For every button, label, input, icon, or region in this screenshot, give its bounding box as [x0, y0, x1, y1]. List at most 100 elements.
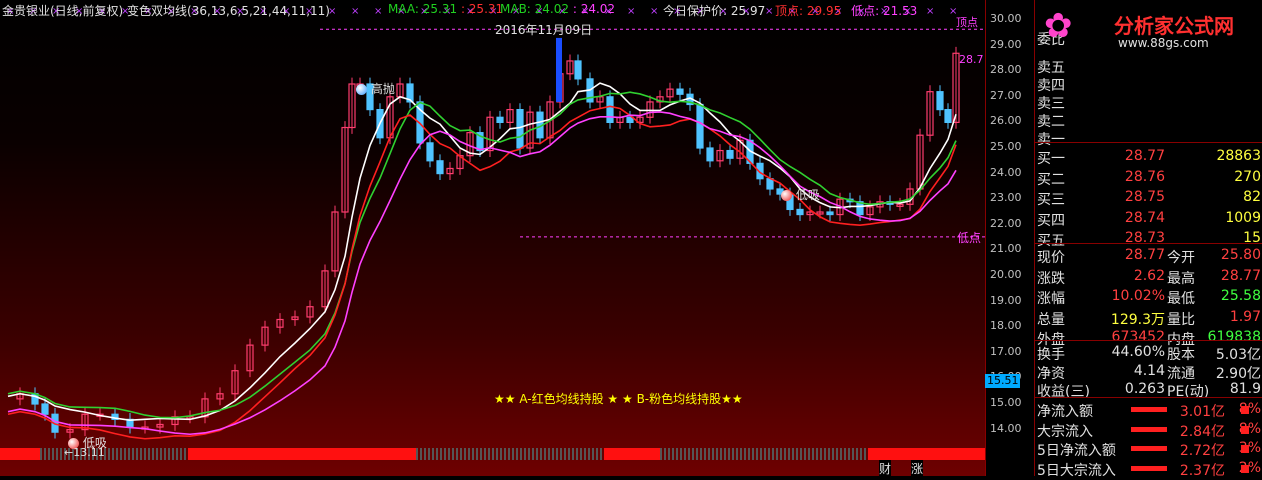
- stat-row: 涨跌 2.62 最高 28.77: [1035, 265, 1262, 287]
- mab-label: MAB: 24.02: [500, 2, 570, 16]
- state-bar-segment: [904, 448, 908, 460]
- state-bar-segment: [612, 448, 616, 460]
- state-bar-segment: [56, 448, 58, 460]
- state-bar-segment: [60, 448, 62, 460]
- state-bar-segment: [968, 448, 972, 460]
- candle-body: [496, 116, 504, 123]
- flow-bar: [1131, 446, 1167, 451]
- candle-body: [766, 178, 774, 190]
- state-bar-segment: [696, 448, 698, 460]
- kline-chart[interactable]: × × × × × × × × × × × × × × × × × × × × × × × × × × × × × × × × × × × × × × × ×…: [0, 0, 985, 476]
- state-bar-segment: [120, 448, 122, 460]
- state-bar-segment: [880, 448, 884, 460]
- state-bar-segment: [868, 448, 872, 460]
- state-bar-segment: [628, 448, 632, 460]
- price-tick: 30.00: [990, 12, 1022, 25]
- state-bar-segment: [20, 448, 24, 460]
- state-bar-segment: [860, 448, 862, 460]
- flow-bar: [1131, 407, 1167, 412]
- state-bar-segment: [296, 448, 300, 460]
- signal-x-marker: ×: [650, 6, 658, 17]
- logo: ✿ 分析家公式网 www.88gs.com: [1040, 4, 1260, 54]
- price-tick: 22.00: [990, 216, 1022, 230]
- state-bar-segment: [16, 448, 20, 460]
- state-bar-segment: [372, 448, 376, 460]
- state-bar-segment: [112, 448, 114, 460]
- tab-rise[interactable]: 涨: [911, 460, 924, 477]
- buy-price: 28.76: [1124, 168, 1165, 185]
- state-bar-segment: [284, 448, 288, 460]
- state-bar-segment: [48, 448, 50, 460]
- state-bar-segment: [888, 448, 892, 460]
- buy-volume: 82: [1243, 189, 1261, 205]
- stat-value: 25.58: [1220, 288, 1261, 304]
- state-bar-segment: [940, 448, 944, 460]
- state-bar-segment: [256, 448, 260, 460]
- state-bar-segment: [156, 448, 158, 460]
- state-bar-segment: [424, 448, 426, 460]
- maa-readout: MAA: 25.31 : 25.31: [388, 2, 503, 16]
- state-bar-segment: [548, 448, 550, 460]
- state-bar-segment: [580, 448, 582, 460]
- state-bar-segment: [124, 448, 126, 460]
- state-bar-segment: [572, 448, 574, 460]
- price-tick: 23.00: [990, 191, 1022, 205]
- price-tick: 27.00: [990, 88, 1022, 102]
- low-price: 低点: 21.53: [851, 4, 918, 18]
- state-bar-segment: [456, 448, 458, 460]
- candle-body: [606, 96, 614, 124]
- state-bar-segment: [784, 448, 786, 460]
- state-bar-segment: [404, 448, 408, 460]
- state-bar-segment: [152, 448, 154, 460]
- state-bar-segment: [416, 448, 418, 460]
- state-bar-segment: [308, 448, 312, 460]
- state-bar-segment: [356, 448, 360, 460]
- stat-value: 28.77: [1220, 267, 1261, 284]
- kline-chart-area[interactable]: × × × × × × × × × × × × × × × × × × × × × × × × × × × × × × × × × × × × × × × ×…: [0, 0, 985, 477]
- state-bar-segment: [448, 448, 450, 460]
- red-ma-line: [7, 105, 957, 440]
- state-bar-segment: [328, 448, 332, 460]
- state-bar-segment: [260, 448, 264, 460]
- state-bar-segment: [724, 448, 726, 460]
- state-bar-segment: [712, 448, 714, 460]
- signal-x-marker: ×: [627, 6, 635, 17]
- state-bar-segment: [620, 448, 624, 460]
- price-tick: 20.00: [990, 268, 1022, 281]
- state-bar-segment: [192, 448, 196, 460]
- price-tick: 19.00: [990, 293, 1022, 307]
- state-bar-segment: [240, 448, 244, 460]
- state-bar-segment: [812, 448, 814, 460]
- state-bar-segment: [52, 448, 54, 460]
- state-bar-segment: [816, 448, 818, 460]
- state-bar-segment: [760, 448, 762, 460]
- state-bar-segment: [716, 448, 718, 460]
- candle-body: [696, 103, 704, 149]
- state-bar-segment: [604, 448, 608, 460]
- low-point-label: 低点: [957, 231, 982, 245]
- state-bar-segment: [944, 448, 948, 460]
- legend-text: ★★ A-红色均线持股 ★ ★ B-粉色均线持股★★: [494, 392, 743, 406]
- flow-pct-bar: [1241, 445, 1249, 453]
- tab-finance[interactable]: 财: [879, 460, 892, 477]
- state-bar-segment: [656, 448, 660, 460]
- state-bar-segment: [500, 448, 502, 460]
- state-bar-segment: [876, 448, 880, 460]
- state-bar-segment: [508, 448, 510, 460]
- state-bar-segment: [216, 448, 220, 460]
- state-bar-segment: [340, 448, 344, 460]
- state-bar-segment: [388, 448, 392, 460]
- low-buy-marker-2: 低吸: [781, 186, 820, 203]
- flow-pct-bar: [1241, 425, 1249, 434]
- state-bar-segment: [132, 448, 134, 460]
- state-bar-segment: [972, 448, 976, 460]
- state-bar-segment: [264, 448, 268, 460]
- current-price-tick: 15.51: [985, 374, 1020, 388]
- state-bar-segment: [704, 448, 706, 460]
- state-bar-segment: [844, 448, 846, 460]
- state-bar-segment: [136, 448, 138, 460]
- state-bar-segment: [484, 448, 486, 460]
- state-bar-segment: [32, 448, 36, 460]
- state-bar-segment: [444, 448, 446, 460]
- state-bar-segment: [344, 448, 348, 460]
